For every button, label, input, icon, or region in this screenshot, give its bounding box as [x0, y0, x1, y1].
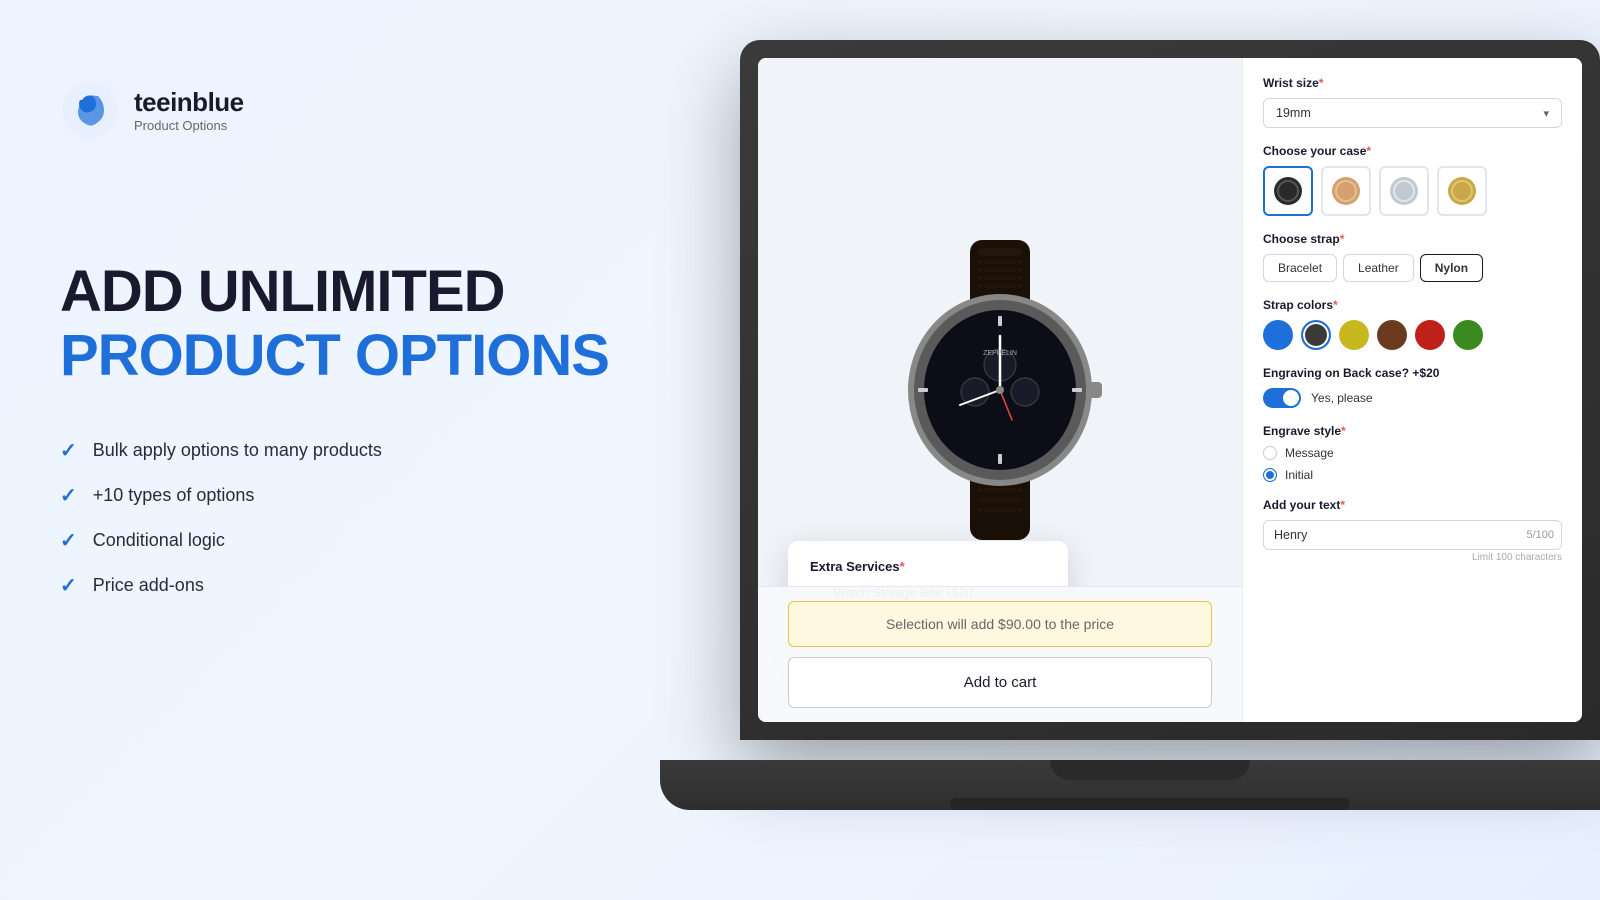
strap-btn-bracelet[interactable]: Bracelet [1263, 254, 1337, 282]
engrave-style-radio-group: Message Initial [1263, 446, 1562, 482]
strap-btn-nylon[interactable]: Nylon [1420, 254, 1483, 282]
extra-services-title: Extra Services* [810, 559, 1046, 574]
case-swatch-black[interactable] [1263, 166, 1313, 216]
radio-message[interactable]: Message [1263, 446, 1562, 460]
color-dot-brown[interactable] [1377, 320, 1407, 350]
laptop-screen-outer: ZEPPELIN Extra Services* Watch Storage B… [740, 40, 1600, 740]
logo-text-area: teeinblue Product Options [134, 87, 244, 133]
color-dot-red[interactable] [1415, 320, 1445, 350]
left-panel: teeinblue Product Options ADD UNLIMITED … [60, 80, 620, 598]
price-banner: Selection will add $90.00 to the price [788, 601, 1212, 647]
radio-message-label: Message [1285, 446, 1334, 460]
feature-text: +10 types of options [93, 485, 255, 506]
bottom-actions: Selection will add $90.00 to the price A… [758, 586, 1242, 722]
text-input-label: Add your text* [1263, 498, 1562, 512]
strap-colors-section: Strap colors* [1263, 298, 1562, 350]
logo-area: teeinblue Product Options [60, 80, 620, 140]
case-section: Choose your case* [1263, 144, 1562, 216]
char-limit: Limit 100 characters [1263, 552, 1562, 563]
watch-image: ZEPPELIN [860, 230, 1140, 550]
options-panel: Wrist size* 19mm ▾ Choose your case* [1242, 58, 1582, 722]
engraving-toggle[interactable] [1263, 388, 1301, 408]
color-dot-blue[interactable] [1263, 320, 1293, 350]
strap-color-row [1263, 320, 1562, 350]
toggle-knob [1283, 390, 1299, 406]
logo-icon [60, 80, 120, 140]
strap-btn-leather[interactable]: Leather [1343, 254, 1414, 282]
radio-initial-label: Initial [1285, 468, 1313, 482]
radio-circle-initial[interactable] [1263, 468, 1277, 482]
laptop-notch [1050, 760, 1250, 780]
char-count: 5/100 [1526, 529, 1554, 541]
case-swatch-silver[interactable] [1379, 166, 1429, 216]
case-swatch-row [1263, 166, 1562, 216]
wrist-size-dropdown[interactable]: 19mm ▾ [1263, 98, 1562, 128]
chevron-down-icon: ▾ [1543, 107, 1549, 120]
case-label: Choose your case* [1263, 144, 1562, 158]
text-input-wrap: 5/100 [1263, 520, 1562, 550]
list-item: ✓ Price add-ons [60, 573, 620, 598]
feature-text: Bulk apply options to many products [93, 440, 382, 461]
logo-title: teeinblue [134, 87, 244, 118]
features-list: ✓ Bulk apply options to many products ✓ … [60, 438, 620, 598]
radio-circle-message[interactable] [1263, 446, 1277, 460]
toggle-row: Yes, please [1263, 388, 1562, 408]
text-input-section: Add your text* 5/100 Limit 100 character… [1263, 498, 1562, 563]
strap-btn-row: Bracelet Leather Nylon [1263, 254, 1562, 282]
case-swatch-gold[interactable] [1437, 166, 1487, 216]
wrist-size-value: 19mm [1276, 106, 1311, 120]
color-dot-green[interactable] [1453, 320, 1483, 350]
check-icon: ✓ [60, 438, 77, 463]
engrave-style-label: Engrave style* [1263, 424, 1562, 438]
feature-text: Conditional logic [93, 530, 225, 551]
laptop-base [660, 760, 1600, 810]
required-star: * [900, 559, 905, 574]
color-dot-yellow[interactable] [1339, 320, 1369, 350]
list-item: ✓ +10 types of options [60, 483, 620, 508]
strap-label: Choose strap* [1263, 232, 1562, 246]
wrist-size-label: Wrist size* [1263, 76, 1562, 90]
engraving-section: Engraving on Back case? +$20 Yes, please [1263, 366, 1562, 408]
svg-text:ZEPPELIN: ZEPPELIN [983, 350, 1017, 357]
check-icon: ✓ [60, 573, 77, 598]
case-swatch-rose-gold[interactable] [1321, 166, 1371, 216]
color-dot-dark[interactable] [1301, 320, 1331, 350]
headline-line1: ADD UNLIMITED [60, 260, 620, 324]
list-item: ✓ Conditional logic [60, 528, 620, 553]
engrave-text-input[interactable] [1263, 520, 1562, 550]
laptop-screen-inner: ZEPPELIN Extra Services* Watch Storage B… [758, 58, 1582, 722]
headline-line2: PRODUCT OPTIONS [60, 324, 620, 388]
check-icon: ✓ [60, 483, 77, 508]
add-to-cart-button[interactable]: Add to cart [788, 657, 1212, 708]
feature-text: Price add-ons [93, 575, 204, 596]
strap-colors-label: Strap colors* [1263, 298, 1562, 312]
engraving-label: Engraving on Back case? +$20 [1263, 366, 1562, 380]
strap-section: Choose strap* Bracelet Leather Nylon [1263, 232, 1562, 282]
toggle-label: Yes, please [1311, 391, 1373, 405]
radio-initial[interactable]: Initial [1263, 468, 1562, 482]
laptop-container: ZEPPELIN Extra Services* Watch Storage B… [660, 40, 1600, 860]
check-icon: ✓ [60, 528, 77, 553]
wrist-size-section: Wrist size* 19mm ▾ [1263, 76, 1562, 128]
engrave-style-section: Engrave style* Message Initial [1263, 424, 1562, 482]
laptop-stand [950, 798, 1350, 810]
list-item: ✓ Bulk apply options to many products [60, 438, 620, 463]
logo-subtitle: Product Options [134, 118, 244, 133]
